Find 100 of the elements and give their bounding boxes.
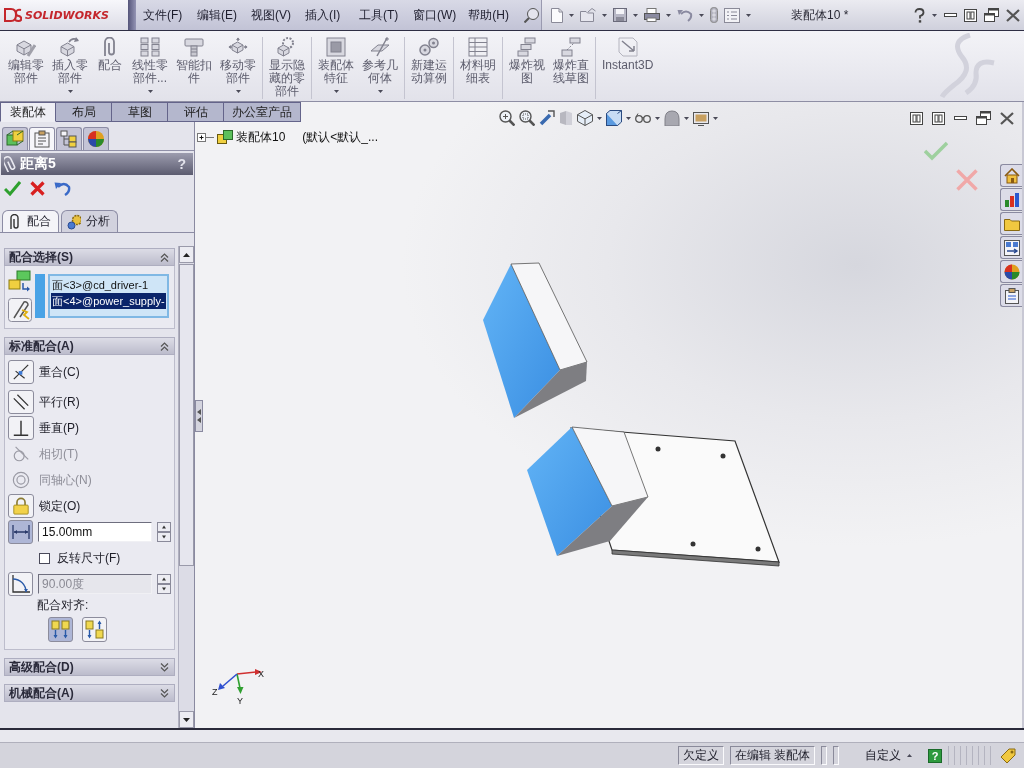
panel-subtab[interactable]: 配合 — [2, 210, 59, 232]
scroll-up-button[interactable] — [179, 246, 194, 263]
menu-item[interactable]: 窗口(W) — [407, 4, 463, 26]
mate-type-button[interactable] — [8, 416, 34, 440]
collapse-icon[interactable] — [160, 341, 169, 351]
task-pane-tab[interactable] — [1000, 284, 1022, 307]
mate-type-button[interactable] — [8, 390, 34, 414]
selection-list[interactable]: 面<3>@cd_driver-1 面<4>@power_supply- — [48, 274, 169, 318]
selection-item[interactable]: 面<3>@cd_driver-1 — [51, 277, 166, 293]
command-button[interactable]: 移动零 部件 — [216, 37, 260, 93]
wireframe-cube-icon[interactable] — [577, 110, 593, 126]
menu-item[interactable]: 文件(F) — [137, 4, 191, 26]
caret-icon[interactable] — [684, 116, 689, 120]
expand-icon[interactable] — [160, 688, 169, 698]
section-header[interactable]: 配合选择(S) — [4, 248, 175, 266]
distance-field[interactable]: 15.00mm — [38, 522, 152, 542]
task-pane-tab[interactable] — [1000, 236, 1022, 259]
caret-icon[interactable] — [932, 13, 937, 17]
panel-tab[interactable] — [2, 127, 28, 150]
panel-subtab[interactable]: 分析 — [61, 210, 118, 232]
panel-tab[interactable] — [29, 127, 55, 150]
wand-icon[interactable] — [539, 110, 555, 126]
minimize-icon[interactable] — [944, 13, 957, 17]
section-header[interactable]: 高级配合(D) — [4, 658, 175, 676]
close-icon[interactable] — [1006, 8, 1020, 22]
new-document-icon[interactable] — [551, 7, 563, 23]
spinner-icon[interactable] — [157, 522, 171, 542]
caret-icon[interactable] — [235, 90, 241, 93]
monitor-icon[interactable] — [693, 110, 709, 126]
command-button[interactable]: 装配体 特征 — [314, 37, 358, 93]
command-tab[interactable]: 评估 — [168, 102, 224, 122]
caret-icon[interactable] — [602, 13, 607, 17]
minimize-icon[interactable] — [954, 116, 967, 120]
magnifier-box-icon[interactable] — [519, 110, 535, 126]
cancel-icon[interactable] — [30, 181, 45, 196]
caret-icon[interactable] — [746, 13, 751, 17]
tile-window-icon[interactable] — [932, 111, 945, 125]
caret-icon[interactable] — [633, 13, 638, 17]
open-folder-icon[interactable] — [580, 8, 596, 22]
command-button[interactable]: 参考几 何体 — [358, 37, 402, 93]
command-button[interactable]: 爆炸视 图 — [505, 37, 549, 85]
caret-icon[interactable] — [699, 13, 704, 17]
pushpin-icon[interactable] — [524, 7, 539, 23]
close-icon[interactable] — [1000, 111, 1014, 125]
help-button[interactable]: ? — [928, 748, 942, 763]
command-button[interactable]: Instant3D — [598, 37, 658, 72]
check-icon[interactable] — [924, 141, 948, 161]
task-pane-tab[interactable] — [1000, 260, 1022, 283]
caret-icon[interactable] — [147, 90, 153, 93]
task-pane-tab[interactable] — [1000, 188, 1022, 211]
caret-icon[interactable] — [333, 90, 339, 93]
section-header[interactable]: 机械配合(A) — [4, 684, 175, 702]
command-button[interactable]: 新建运 动算例 — [407, 37, 451, 85]
caret-up-icon[interactable] — [907, 754, 912, 757]
printer-icon[interactable] — [644, 8, 660, 22]
menu-item[interactable]: 视图(V) — [245, 4, 299, 26]
status-menu[interactable]: 自定义 — [865, 747, 901, 764]
caret-icon[interactable] — [626, 116, 631, 120]
alignment-button[interactable] — [82, 616, 107, 642]
menu-item[interactable]: 帮助(H) — [462, 4, 517, 26]
caret-icon[interactable] — [67, 90, 73, 93]
tree-item-label[interactable]: 装配体10 — [236, 128, 286, 146]
caret-icon[interactable] — [569, 13, 574, 17]
mate-type-button[interactable] — [8, 360, 34, 384]
caret-icon[interactable] — [655, 116, 660, 120]
magnifier-icon[interactable] — [499, 110, 515, 126]
command-button[interactable]: 显示隐 藏的零 部件 — [265, 37, 309, 98]
help-icon[interactable] — [914, 7, 925, 23]
caret-icon[interactable] — [597, 116, 602, 120]
command-tab[interactable]: 草图 — [112, 102, 168, 122]
save-icon[interactable] — [613, 8, 627, 22]
expand-icon[interactable] — [160, 662, 169, 672]
restore-icon[interactable] — [976, 111, 991, 125]
checkbox[interactable] — [39, 552, 50, 564]
command-button[interactable]: 编辑零 部件 — [4, 37, 48, 85]
command-tab[interactable]: 布局 — [56, 102, 112, 122]
menu-item[interactable]: 编辑(E) — [191, 4, 245, 26]
panel-tab[interactable] — [56, 127, 82, 150]
section-header[interactable]: 标准配合(A) — [4, 337, 175, 355]
spinner-icon[interactable] — [157, 574, 171, 594]
caret-icon[interactable] — [713, 116, 718, 120]
mate-pin-icon[interactable] — [8, 298, 32, 322]
command-button[interactable]: 材料明 细表 — [456, 37, 500, 85]
tag-icon[interactable] — [1000, 747, 1016, 764]
check-icon[interactable] — [4, 181, 21, 196]
menu-item[interactable]: 工具(T) — [353, 4, 407, 26]
command-tab[interactable]: 装配体 — [0, 102, 56, 122]
tile-window-icon[interactable] — [964, 8, 977, 22]
mate-type-button[interactable] — [8, 520, 34, 544]
tile-window-icon[interactable] — [910, 111, 923, 125]
glasses-icon[interactable] — [635, 113, 651, 123]
command-tab[interactable]: 办公室产品 — [224, 102, 301, 122]
scroll-down-button[interactable] — [179, 711, 194, 728]
expand-tree-icon[interactable] — [197, 132, 214, 142]
command-button[interactable]: 爆炸直 线草图 — [549, 37, 593, 85]
command-button[interactable]: 插入零 部件 — [48, 37, 92, 93]
shaded-cube-icon[interactable] — [606, 110, 622, 126]
collapse-icon[interactable] — [160, 252, 169, 262]
scrollbar-thumb[interactable] — [179, 264, 194, 566]
restore-icon[interactable] — [984, 8, 999, 22]
